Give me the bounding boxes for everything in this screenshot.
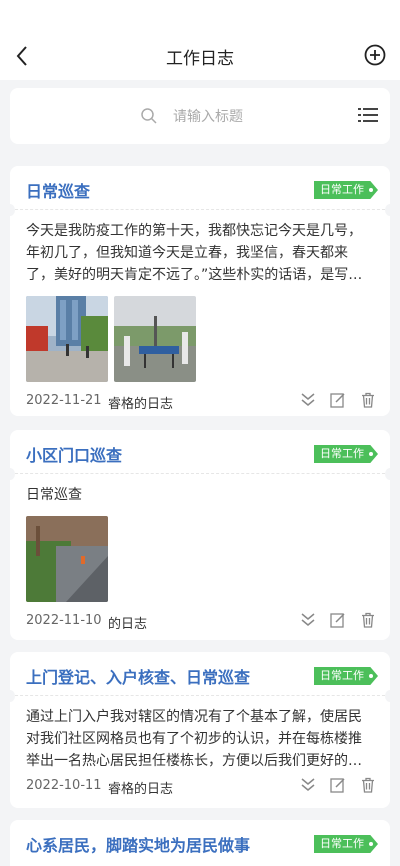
log-author: 的日志	[108, 617, 148, 632]
expand-chevrons-icon[interactable]	[300, 392, 316, 408]
category-tag: 日常工作	[314, 667, 378, 685]
log-date: 2022-10-11	[26, 778, 102, 793]
category-tag: 日常工作	[314, 181, 378, 199]
category-tag: 日常工作	[314, 835, 378, 853]
log-content: 通过上门入户我对辖区的情况有了个基本了解，使居民对我们社区网格员也有了个初步的认…	[26, 709, 362, 769]
log-title[interactable]: 心系居民，脚踏实地为居民做事	[26, 832, 250, 856]
delete-icon[interactable]	[360, 612, 376, 628]
log-card[interactable]: 日常巡查 日常工作 今天是我防疫工作的第十天，我都快忘记今天是几号，年初几了，但…	[10, 166, 390, 416]
log-author: 睿格的日志	[108, 782, 174, 797]
search-icon	[140, 107, 158, 125]
log-title[interactable]: 上门登记、入户核查、日常巡查	[26, 664, 250, 688]
log-date: 2022-11-10	[26, 613, 102, 628]
delete-icon[interactable]	[360, 392, 376, 408]
log-date: 2022-11-21	[26, 393, 102, 408]
log-content: 今天是我防疫工作的第十天，我都快忘记今天是几号，年初几了，但我知道今天是立春，我…	[26, 223, 363, 283]
edit-icon[interactable]	[330, 392, 346, 408]
delete-icon[interactable]	[360, 777, 376, 793]
log-title[interactable]: 小区门口巡查	[26, 442, 122, 466]
log-photo[interactable]	[114, 296, 196, 382]
add-circle-icon[interactable]	[364, 44, 386, 66]
nav-bar: 工作日志	[0, 0, 400, 80]
divider-notch	[385, 204, 390, 216]
log-card[interactable]: 上门登记、入户核查、日常巡查 日常工作 通过上门入户我对辖区的情况有了个基本了解…	[10, 652, 390, 808]
divider-notch	[385, 468, 390, 480]
log-footer: 2022-11-21 睿格的日志	[10, 382, 390, 416]
category-tag: 日常工作	[314, 445, 378, 463]
log-card[interactable]: 小区门口巡查 日常工作 日常巡查 2022-11-10 的日志	[10, 430, 390, 640]
log-card[interactable]: 心系居民，脚踏实地为居民做事 日常工作	[10, 820, 390, 866]
page-title: 工作日志	[166, 49, 234, 69]
log-card-header: 小区门口巡查 日常工作	[10, 430, 390, 474]
edit-icon[interactable]	[330, 612, 346, 628]
log-content: 日常巡查	[26, 487, 82, 503]
log-footer: 2022-11-10 的日志	[10, 602, 390, 640]
log-card-header: 日常巡查 日常工作	[10, 166, 390, 210]
expand-chevrons-icon[interactable]	[300, 612, 316, 628]
log-title[interactable]: 日常巡查	[26, 178, 90, 202]
log-card-header: 心系居民，脚踏实地为居民做事 日常工作	[10, 820, 390, 864]
search-bar[interactable]: 请输入标题	[10, 88, 390, 144]
log-photo[interactable]	[26, 296, 108, 382]
log-footer: 2022-10-11 睿格的日志	[10, 772, 390, 808]
list-menu-icon[interactable]	[358, 106, 378, 124]
log-card-header: 上门登记、入户核查、日常巡查 日常工作	[10, 652, 390, 696]
divider-notch	[385, 690, 390, 702]
search-input[interactable]: 请输入标题	[173, 106, 243, 126]
log-photo[interactable]	[26, 516, 108, 602]
edit-icon[interactable]	[330, 777, 346, 793]
expand-chevrons-icon[interactable]	[300, 777, 316, 793]
log-author: 睿格的日志	[108, 397, 174, 412]
